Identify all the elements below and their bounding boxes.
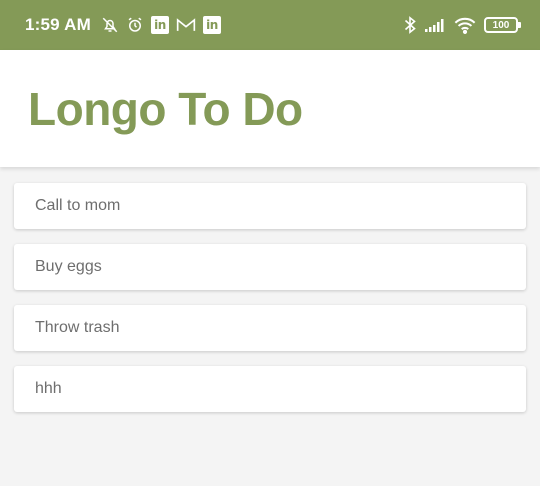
todo-item[interactable]: Call to mom — [14, 183, 526, 229]
bluetooth-icon — [404, 16, 416, 34]
battery-level: 100 — [484, 17, 521, 33]
notifications-off-icon — [101, 16, 119, 34]
wifi-icon — [454, 17, 476, 34]
battery-icon: 100 — [484, 17, 521, 33]
app-title: Longo To Do — [28, 82, 303, 135]
todo-item-text: hhh — [35, 380, 62, 397]
linkedin-icon: in — [202, 16, 221, 34]
signal-icon — [424, 17, 446, 33]
status-time: 1:59 AM — [25, 15, 91, 34]
alarm-icon — [126, 16, 144, 34]
todo-item[interactable]: hhh — [14, 366, 526, 412]
todo-item[interactable]: Throw trash — [14, 305, 526, 351]
gmail-icon — [176, 17, 196, 33]
app-header: Longo To Do — [0, 50, 540, 167]
status-bar-right: 100 — [396, 16, 521, 34]
todo-item[interactable]: Buy eggs — [14, 244, 526, 290]
linkedin-icon: in — [150, 16, 169, 34]
status-bar: 1:59 AM in in 100 — [0, 0, 540, 50]
status-bar-left: 1:59 AM in in — [25, 15, 228, 35]
todo-list: Call to mom Buy eggs Throw trash hhh — [14, 183, 526, 427]
todo-item-text: Buy eggs — [35, 258, 102, 275]
todo-item-text: Call to mom — [35, 197, 121, 214]
todo-item-text: Throw trash — [35, 319, 120, 336]
